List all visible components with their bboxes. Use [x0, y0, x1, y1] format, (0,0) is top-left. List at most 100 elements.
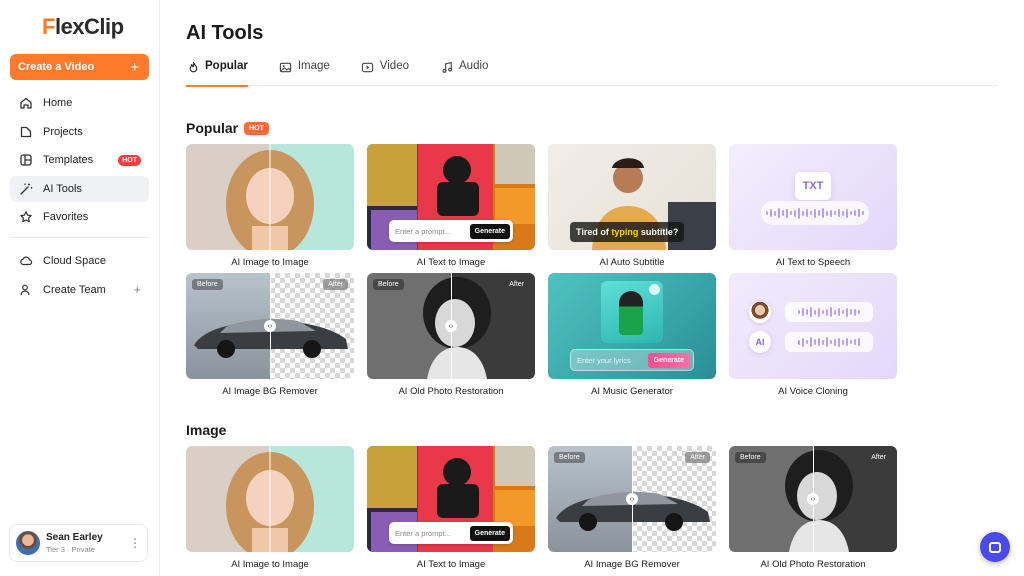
user-card[interactable]: Sean Earley Tier 3 · Private ⋮	[9, 524, 148, 562]
card-thumbnail: AI	[729, 273, 897, 379]
waveform-icon	[785, 332, 873, 352]
sidebar-divider	[10, 237, 149, 238]
card-thumbnail	[186, 144, 354, 250]
lyrics-input-preview: Enter your lyrics Generate	[570, 349, 694, 371]
compare-handle-icon[interactable]: ‹›	[445, 320, 457, 332]
compare-handle-icon[interactable]: ‹›	[807, 493, 819, 505]
image-icon	[279, 60, 293, 74]
tab-audio[interactable]: Audio	[440, 60, 488, 86]
after-tag: After	[685, 452, 710, 463]
sidebar-item-templates[interactable]: Templates HOT	[10, 147, 149, 173]
card-label: AI Old Photo Restoration	[760, 559, 866, 570]
tool-card-auto-subtitle[interactable]: Tired of typing subtitle? AI Auto Subtit…	[548, 144, 716, 273]
hot-badge: HOT	[244, 121, 269, 135]
album-cover-illustration	[601, 281, 663, 343]
tool-card-voice-cloning[interactable]: AI AI Voice Cloning	[729, 273, 897, 402]
voice-sample-row	[749, 301, 873, 323]
card-label: AI Image BG Remover	[584, 559, 680, 570]
txt-document-icon: TXT	[795, 172, 831, 200]
tool-card-music-generator[interactable]: Enter your lyrics Generate AI Music Gene…	[548, 273, 716, 402]
tab-label: Popular	[205, 60, 248, 72]
card-thumbnail: Enter your lyrics Generate	[548, 273, 716, 379]
flame-icon	[186, 60, 200, 74]
tool-card-old-photo-restoration[interactable]: Before After ‹› AI Old Photo Restoration	[729, 446, 897, 575]
main-content: AI Tools Popular Image Video Audio Popul…	[160, 0, 1024, 576]
logo-text: lexClip	[54, 14, 124, 39]
generate-button-preview: Generate	[647, 352, 690, 368]
card-label: AI Auto Subtitle	[599, 257, 665, 268]
after-tag: After	[323, 279, 348, 290]
card-thumbnail: Enter a prompt... Generate	[367, 144, 535, 250]
speaker-avatar	[749, 301, 771, 323]
compare-handle-icon[interactable]: ‹›	[626, 493, 638, 505]
flexclip-logo[interactable]: FlexClip	[10, 0, 149, 54]
tab-popular[interactable]: Popular	[186, 60, 248, 87]
card-label: AI Music Generator	[591, 386, 673, 397]
section-title: Popular	[186, 120, 239, 136]
popular-grid: AI Image to Image Enter a prompt... Gene…	[186, 144, 998, 402]
tool-card-old-photo-restoration[interactable]: Before After ‹› AI Old Photo Restoration	[367, 273, 535, 402]
generate-button-preview: Generate	[469, 525, 510, 541]
more-options-icon[interactable]: ⋮	[129, 536, 141, 550]
ai-badge: AI	[749, 331, 771, 353]
sidebar-item-label: Cloud Space	[43, 255, 106, 267]
sidebar-item-label: Home	[43, 97, 73, 109]
chat-icon	[989, 541, 1001, 553]
before-tag: Before	[192, 279, 223, 290]
after-tag: After	[509, 281, 524, 288]
play-icon	[649, 284, 660, 295]
after-tag: After	[871, 454, 886, 461]
tool-card-text-to-speech[interactable]: TXT AI Text to Speech	[729, 144, 897, 273]
card-thumbnail: Enter a prompt... Generate	[367, 446, 535, 552]
avatar	[16, 531, 40, 555]
card-thumbnail: Before After ‹›	[548, 446, 716, 552]
tool-card-bg-remover[interactable]: Before After ‹› AI Image BG Remover	[548, 446, 716, 575]
card-label: AI Old Photo Restoration	[398, 386, 504, 397]
sidebar-item-favorites[interactable]: Favorites	[10, 204, 149, 230]
sidebar-item-home[interactable]: Home	[10, 90, 149, 116]
cloud-icon	[18, 253, 34, 269]
sidebar-item-projects[interactable]: Projects	[10, 119, 149, 145]
sidebar-item-label: Projects	[43, 125, 83, 138]
before-tag: Before	[735, 452, 766, 463]
user-name: Sean Earley	[46, 532, 103, 543]
subtitle-caption-preview: Tired of typing subtitle?	[570, 222, 685, 242]
tab-label: Image	[297, 60, 330, 72]
tab-label: Audio	[459, 60, 489, 72]
prompt-placeholder: Enter a prompt...	[395, 528, 451, 538]
chat-support-button[interactable]	[980, 532, 1010, 562]
card-label: AI Voice Cloning	[778, 386, 848, 397]
templates-icon	[18, 152, 34, 168]
prompt-input-preview: Enter a prompt... Generate	[389, 522, 513, 544]
compare-handle-icon[interactable]: ‹›	[264, 320, 276, 332]
before-tag: Before	[554, 452, 585, 463]
card-label: AI Text to Image	[416, 559, 486, 570]
card-label: AI Text to Speech	[775, 257, 851, 268]
section-image-heading: Image	[186, 422, 998, 438]
waveform-icon	[785, 302, 873, 322]
sidebar-item-create-team[interactable]: Create Team +	[10, 277, 149, 303]
card-label: AI Image to Image	[231, 257, 309, 268]
tool-card-image-to-image[interactable]: AI Image to Image	[186, 446, 354, 575]
home-icon	[18, 95, 34, 111]
section-title: Image	[186, 422, 227, 438]
sidebar-item-label: Create Team	[43, 283, 106, 296]
card-label: AI Image to Image	[231, 559, 309, 570]
tool-card-image-to-image[interactable]: AI Image to Image	[186, 144, 354, 273]
tool-card-text-to-image[interactable]: Enter a prompt... Generate AI Text to Im…	[367, 446, 535, 575]
tab-video[interactable]: Video	[361, 60, 409, 86]
user-tier: Tier 3 · Private	[46, 545, 95, 554]
tool-card-bg-remover[interactable]: Before After ‹› AI Image BG Remover	[186, 273, 354, 402]
magic-wand-icon	[18, 181, 34, 197]
card-label: AI Text to Image	[416, 257, 486, 268]
star-icon	[18, 209, 34, 225]
sidebar-item-label: AI Tools	[43, 182, 82, 195]
tool-card-text-to-image[interactable]: Enter a prompt... Generate AI Text to Im…	[367, 144, 535, 273]
sidebar-item-cloud-space[interactable]: Cloud Space	[10, 248, 149, 274]
tab-image[interactable]: Image	[279, 60, 330, 86]
sidebar-item-ai-tools[interactable]: AI Tools	[10, 175, 149, 202]
create-video-label: Create a Video	[18, 61, 95, 73]
add-team-icon[interactable]: +	[133, 282, 141, 297]
card-thumbnail: Tired of typing subtitle?	[548, 144, 716, 250]
create-video-button[interactable]: Create a Video +	[10, 54, 149, 80]
